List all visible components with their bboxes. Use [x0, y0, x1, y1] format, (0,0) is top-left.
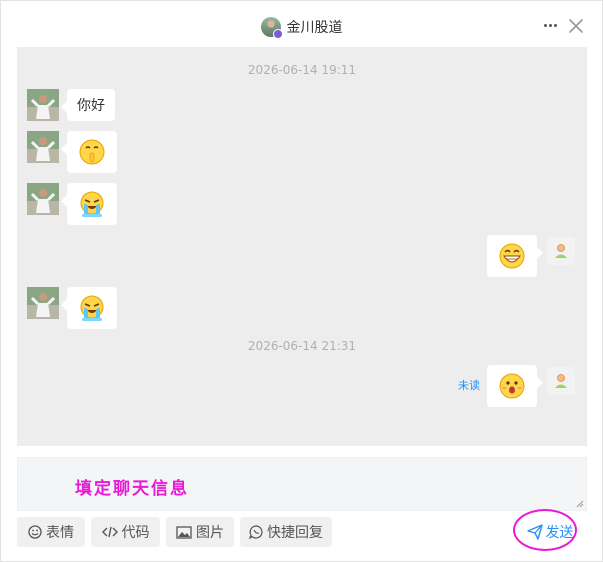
- send-button[interactable]: 发送: [523, 519, 577, 545]
- contact-name: 金川股道: [286, 20, 343, 36]
- user-avatar-icon: [555, 374, 567, 388]
- code-button-label: 代码: [121, 525, 150, 541]
- more-icon[interactable]: [541, 16, 559, 34]
- quick-reply-button[interactable]: 快捷回复: [240, 517, 332, 547]
- message-bubble[interactable]: [487, 235, 543, 277]
- unread-status: 未读: [458, 379, 480, 392]
- contact-avatar: [260, 17, 283, 39]
- message-bubble[interactable]: [487, 365, 543, 407]
- code-icon: [101, 526, 118, 538]
- message-timestamp: 2026-06-14 19:11: [247, 63, 357, 77]
- resize-handle-icon[interactable]: [576, 500, 584, 508]
- message-list[interactable]: 2026-06-14 19:11 你好 2026-06-14 21:31 未读: [17, 47, 587, 446]
- contact-avatar[interactable]: [27, 89, 59, 121]
- message-bubble[interactable]: [61, 131, 117, 173]
- smile-icon: [28, 525, 42, 539]
- message-bubble[interactable]: 你好: [61, 89, 115, 121]
- image-icon: [176, 525, 192, 539]
- message-bubble[interactable]: [61, 287, 117, 329]
- message-timestamp: 2026-06-14 21:31: [247, 339, 357, 353]
- image-button[interactable]: 图片: [166, 517, 234, 547]
- contact-title[interactable]: 金川股道: [1, 15, 602, 39]
- chat-window: 金川股道 2026-06-14 19:11 你好 2026-06-14 21:3…: [0, 0, 603, 562]
- image-button-label: 图片: [196, 525, 224, 541]
- my-avatar[interactable]: [547, 237, 575, 265]
- contact-avatar[interactable]: [27, 131, 59, 163]
- quick-reply-button-label: 快捷回复: [267, 525, 323, 541]
- emoji-button[interactable]: 表情: [17, 517, 85, 547]
- title-bar: 金川股道: [1, 1, 602, 47]
- message-input[interactable]: 填定聊天信息: [17, 457, 587, 511]
- speech-bubble-icon: [249, 525, 263, 539]
- close-icon[interactable]: [567, 17, 585, 35]
- send-button-label: 发送: [545, 525, 574, 541]
- crying-face-emoji-icon: [80, 295, 104, 321]
- message-bubble[interactable]: [61, 183, 117, 225]
- user-avatar-icon: [555, 244, 567, 258]
- message-text: 你好: [77, 98, 105, 114]
- shush-face-emoji-icon: [79, 139, 105, 165]
- surprised-face-emoji-icon: [499, 373, 525, 399]
- crying-face-emoji-icon: [80, 191, 104, 217]
- my-avatar[interactable]: [547, 367, 575, 395]
- contact-avatar[interactable]: [27, 287, 59, 319]
- message-input-text: 填定聊天信息: [75, 479, 189, 499]
- code-button[interactable]: 代码: [91, 517, 160, 547]
- verified-badge-icon: [272, 29, 283, 39]
- emoji-button-label: 表情: [46, 525, 74, 541]
- grinning-face-emoji-icon: [499, 243, 525, 269]
- send-icon: [526, 524, 543, 540]
- contact-avatar[interactable]: [27, 183, 59, 215]
